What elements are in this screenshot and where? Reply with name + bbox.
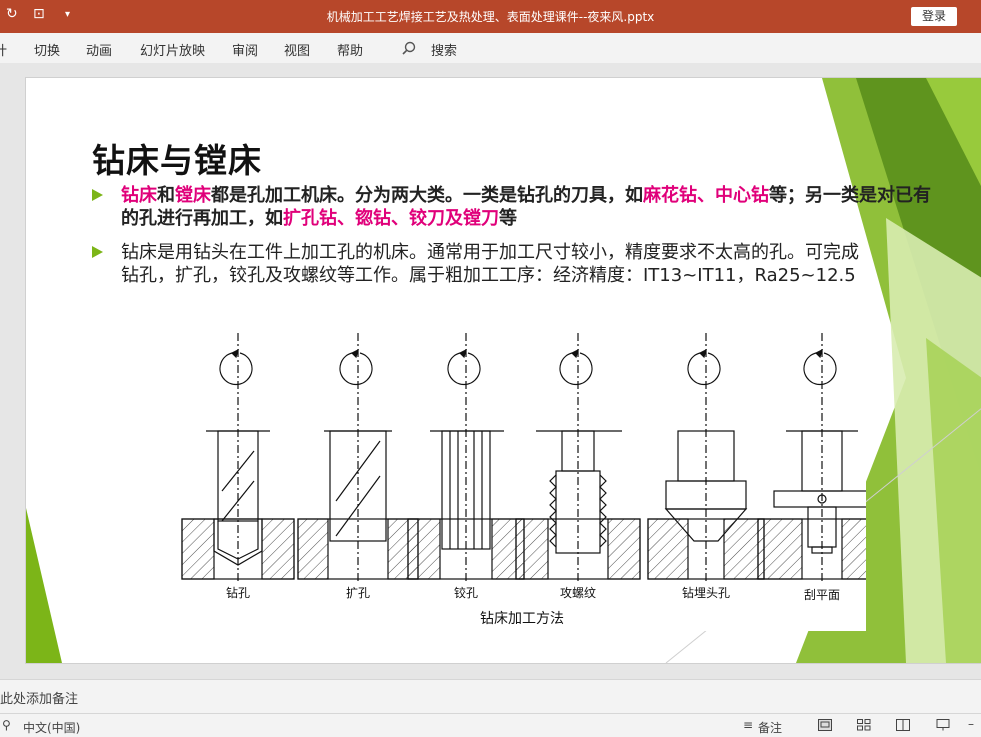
slide-sorter-icon[interactable] [857, 719, 871, 731]
tab-view[interactable]: 视图 [284, 40, 310, 59]
search-label[interactable]: 搜索 [431, 40, 457, 59]
notes-button[interactable]: 备注 [758, 719, 782, 736]
bullet-arrow-icon [92, 189, 103, 201]
label-spot-facing: 刮平面 [804, 588, 840, 602]
normal-view-icon[interactable] [818, 719, 832, 731]
zoom-out-icon[interactable]: – [968, 717, 974, 731]
tab-animations[interactable]: 动画 [86, 40, 112, 59]
tab-review[interactable]: 审阅 [232, 40, 258, 59]
drilling-illustration [181, 333, 295, 581]
label-tapping: 攻螺纹 [560, 586, 596, 600]
drilling-methods-figure[interactable]: 钻孔 扩孔 铰孔 攻螺纹 钻埋头孔 刮平面 钻床加工方法 [178, 331, 883, 631]
status-bar: ⚲ 中文(中国) ≡ 备注 – [0, 713, 981, 737]
login-button[interactable]: 登录 [911, 7, 957, 26]
accessibility-icon[interactable]: ⚲ [2, 718, 11, 732]
spot-facing-illustration [757, 333, 883, 581]
language-indicator[interactable]: 中文(中国) [23, 719, 80, 736]
drilling-methods-diagram: 钻孔 扩孔 铰孔 攻螺纹 钻埋头孔 刮平面 钻床加工方法 [181, 333, 883, 627]
ribbon-tabs: 计 切换 动画 幻灯片放映 审阅 视图 帮助 搜索 [0, 33, 981, 64]
slide-title: 钻床与镗床 [92, 141, 262, 180]
tab-slideshow[interactable]: 幻灯片放映 [140, 40, 205, 59]
countersinking-illustration [647, 333, 765, 581]
reaming-illustration [407, 333, 525, 581]
label-counterboring: 扩孔 [346, 586, 370, 600]
tab-help[interactable]: 帮助 [337, 40, 363, 59]
notes-bar[interactable]: 单击此处添加备注 [0, 679, 981, 714]
bullet-1-line-2: 的孔进行再加工，如扩孔钻、锪钻、铰刀及镗刀等 [121, 208, 517, 229]
tab-design-partial[interactable]: 计 [0, 40, 7, 59]
reading-view-icon[interactable] [896, 719, 910, 731]
figure-caption: 钻床加工方法 [480, 611, 564, 627]
notes-placeholder[interactable]: 单击此处添加备注 [0, 688, 78, 707]
bullet-2-line-2: 钻孔，扩孔，铰孔及攻螺纹等工作。属于粗加工工序：经济精度：IT13~IT11，R… [121, 265, 856, 286]
tapping-illustration [515, 333, 641, 581]
label-reaming: 铰孔 [454, 585, 478, 600]
slide[interactable]: 钻床与镗床 钻床和镗床都是孔加工机床。分为两大类。一类是钻孔的刀具，如麻花钻、中… [25, 77, 981, 664]
title-bar: ↻ ⊡ ▾ 机械加工工艺焊接工艺及热处理、表面处理课件--夜来风.pptx 登录 [0, 0, 981, 33]
label-drilling: 钻孔 [226, 585, 250, 600]
tab-transitions[interactable]: 切换 [34, 40, 60, 59]
label-countersinking: 钻埋头孔 [682, 585, 730, 600]
slideshow-icon[interactable] [936, 719, 950, 731]
notes-icon[interactable]: ≡ [743, 718, 753, 732]
document-title: 机械加工工艺焊接工艺及热处理、表面处理课件--夜来风.pptx [326, 10, 655, 24]
search-icon[interactable] [402, 41, 416, 55]
counterboring-illustration [297, 333, 419, 581]
bullet-2-line-1: 钻床是用钻头在工件上加工孔的机床。通常用于加工尺寸较小，精度要求不太高的孔。可完… [121, 242, 859, 263]
bullet-1-line-1: 钻床和镗床都是孔加工机床。分为两大类。一类是钻孔的刀具，如麻花钻、中心钻等；另一… [121, 185, 931, 206]
bullet-arrow-icon [92, 246, 103, 258]
